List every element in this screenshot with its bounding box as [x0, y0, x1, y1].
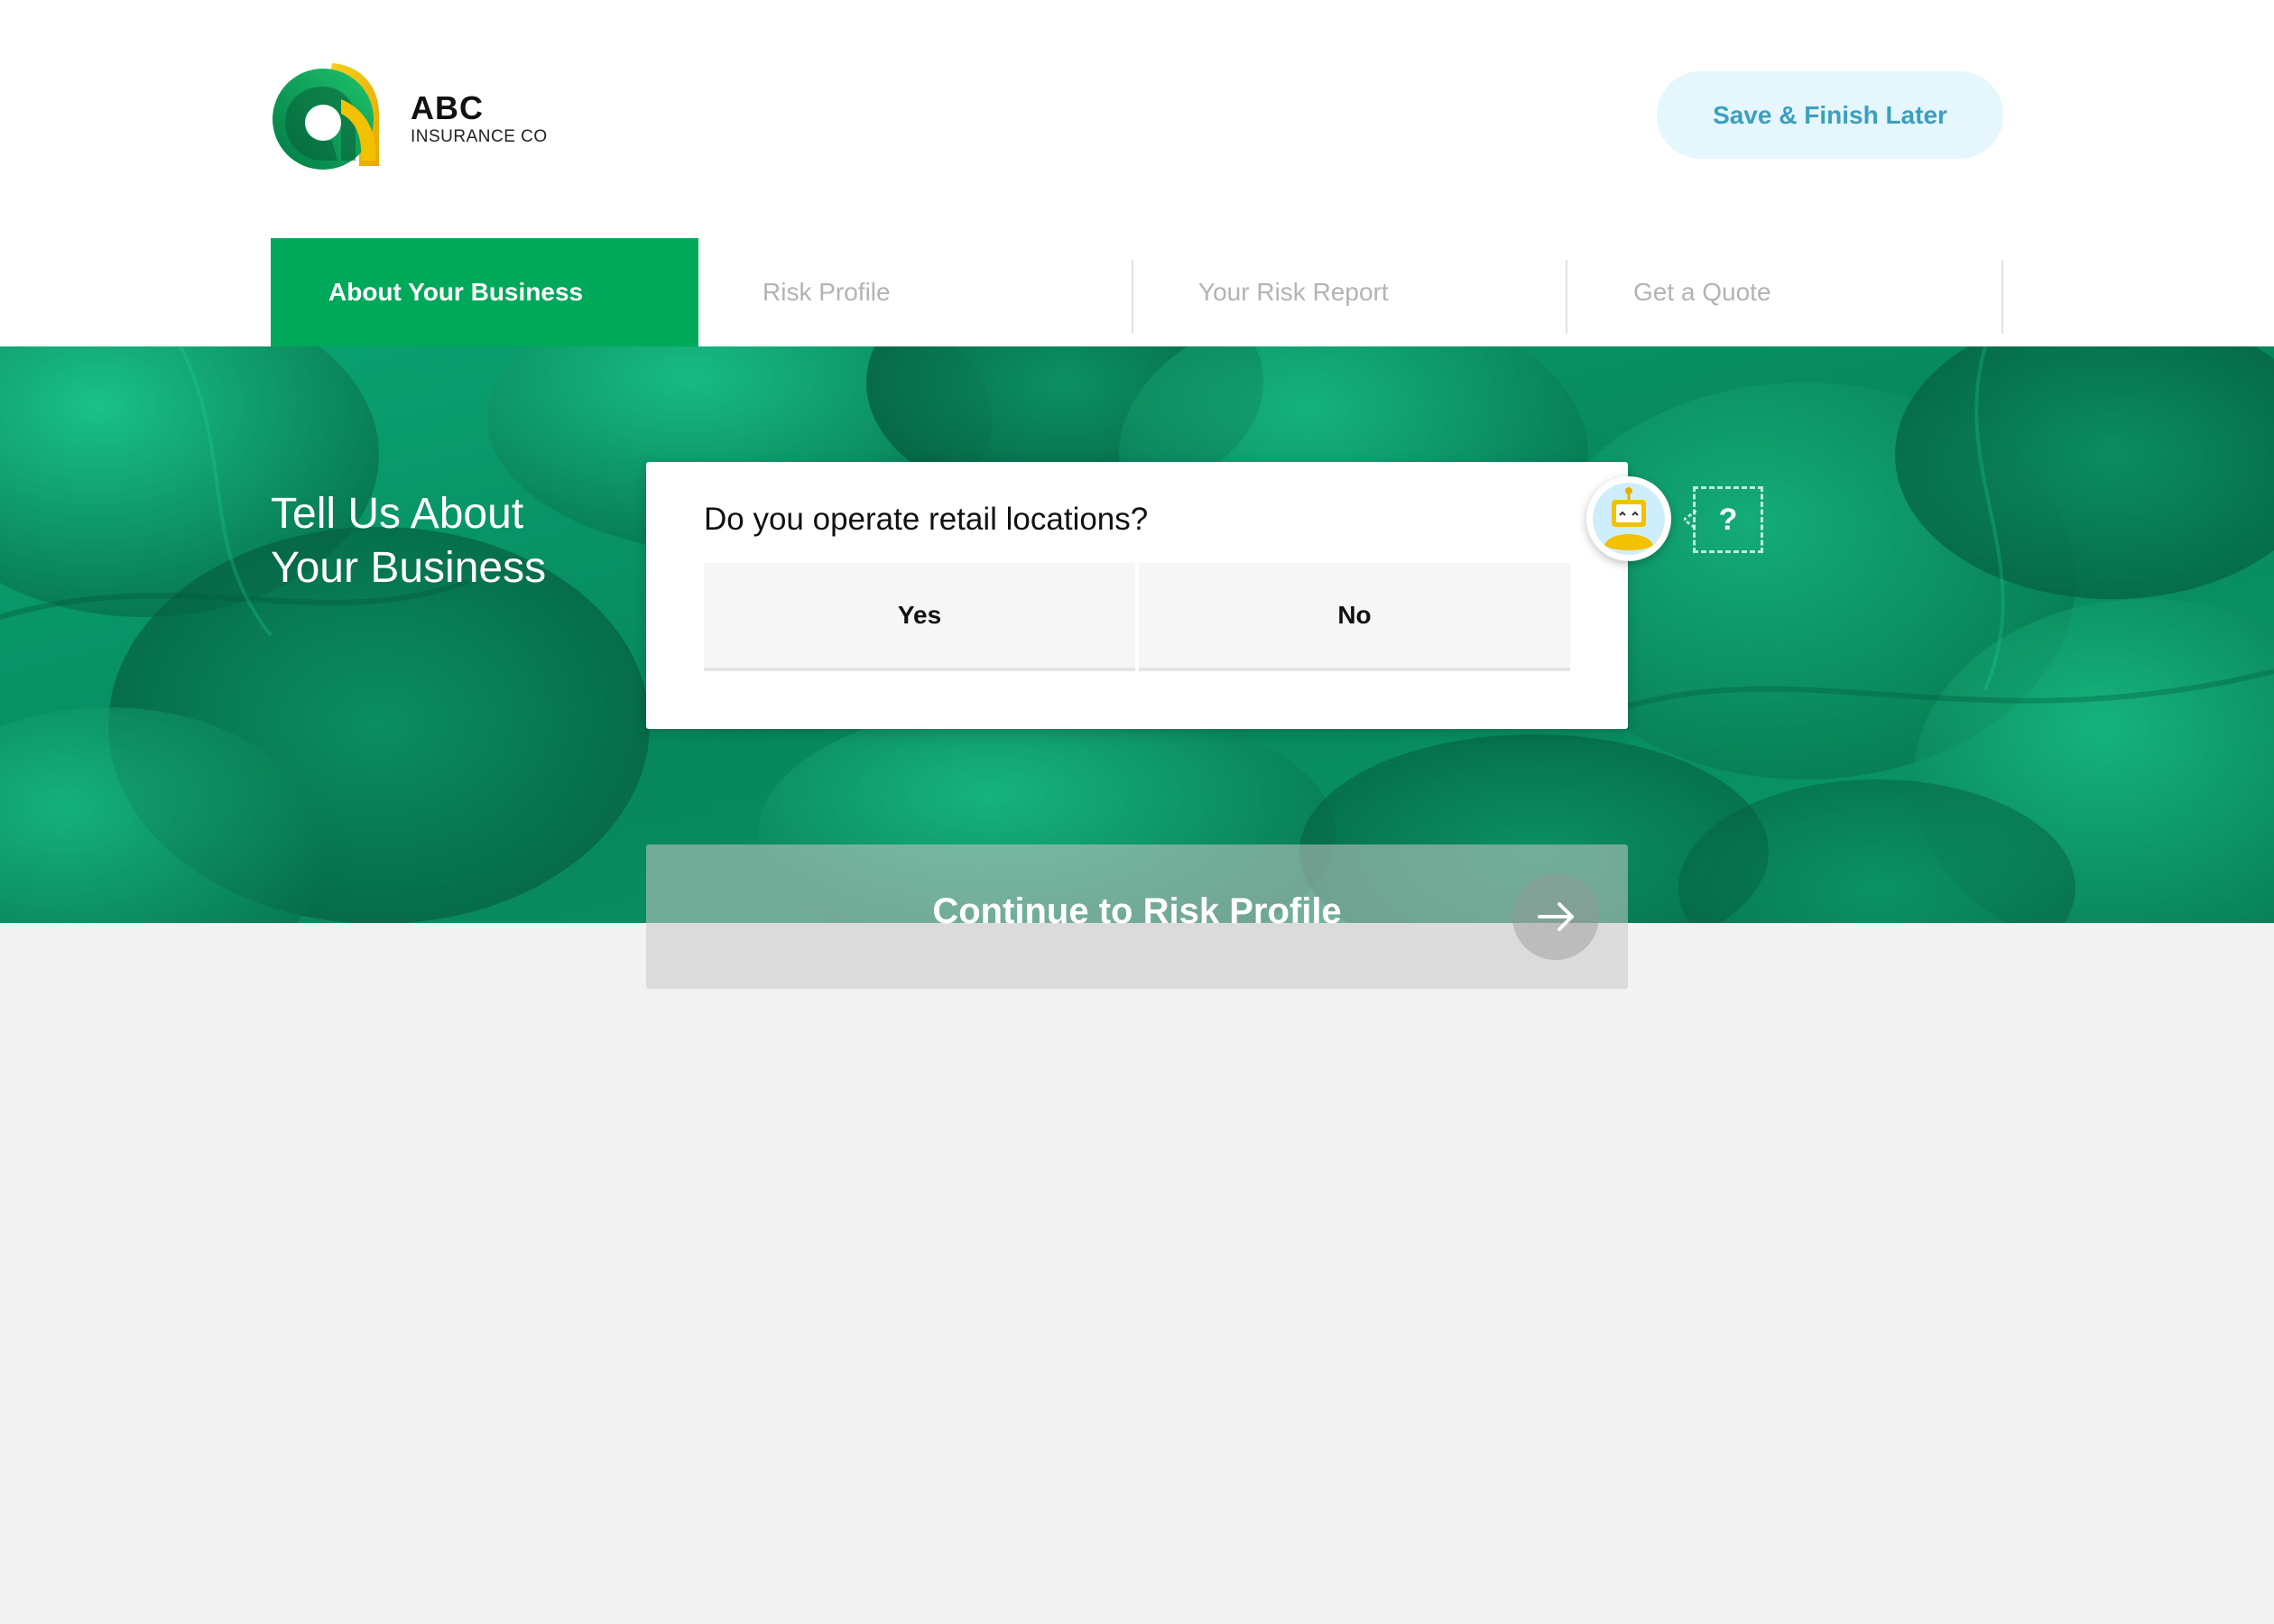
progress-steps: About Your Business Risk Profile Your Ri…	[271, 238, 2003, 346]
hero-title: Tell Us About Your Business	[271, 487, 650, 595]
save-finish-later-button[interactable]: Save & Finish Later	[1657, 71, 2003, 159]
step-risk-profile[interactable]: Risk Profile	[698, 238, 1132, 346]
header: ABC INSURANCE CO Save & Finish Later Abo…	[0, 0, 2274, 346]
answer-yes-button[interactable]: Yes	[704, 563, 1135, 671]
logo[interactable]: ABC INSURANCE CO	[269, 60, 561, 171]
help-button[interactable]: ?	[1693, 486, 1763, 553]
step-about-your-business[interactable]: About Your Business	[271, 238, 698, 346]
step-your-risk-report[interactable]: Your Risk Report	[1132, 238, 1567, 346]
step-get-a-quote[interactable]: Get a Quote	[1567, 238, 2001, 346]
hero-title-line2: Your Business	[271, 544, 547, 592]
abc-logo-icon	[273, 63, 379, 170]
answer-no-button[interactable]: No	[1139, 563, 1570, 671]
hero-title-line1: Tell Us About	[271, 490, 524, 538]
step-divider	[2001, 260, 2003, 334]
robot-assistant-icon	[1593, 483, 1665, 555]
arrow-right-icon	[1538, 902, 1574, 931]
assistant-bot-button[interactable]	[1586, 476, 1671, 561]
arrow-circle	[1512, 873, 1599, 960]
continue-label: Continue to Risk Profile	[932, 891, 1342, 931]
continue-button[interactable]: Continue to Risk Profile	[646, 844, 1628, 989]
question-card: Do you operate retail locations? Yes No	[646, 462, 1628, 729]
brand-name: ABC	[411, 89, 484, 126]
brand-subtitle: INSURANCE CO	[411, 127, 548, 146]
question-text: Do you operate retail locations?	[704, 502, 1149, 537]
